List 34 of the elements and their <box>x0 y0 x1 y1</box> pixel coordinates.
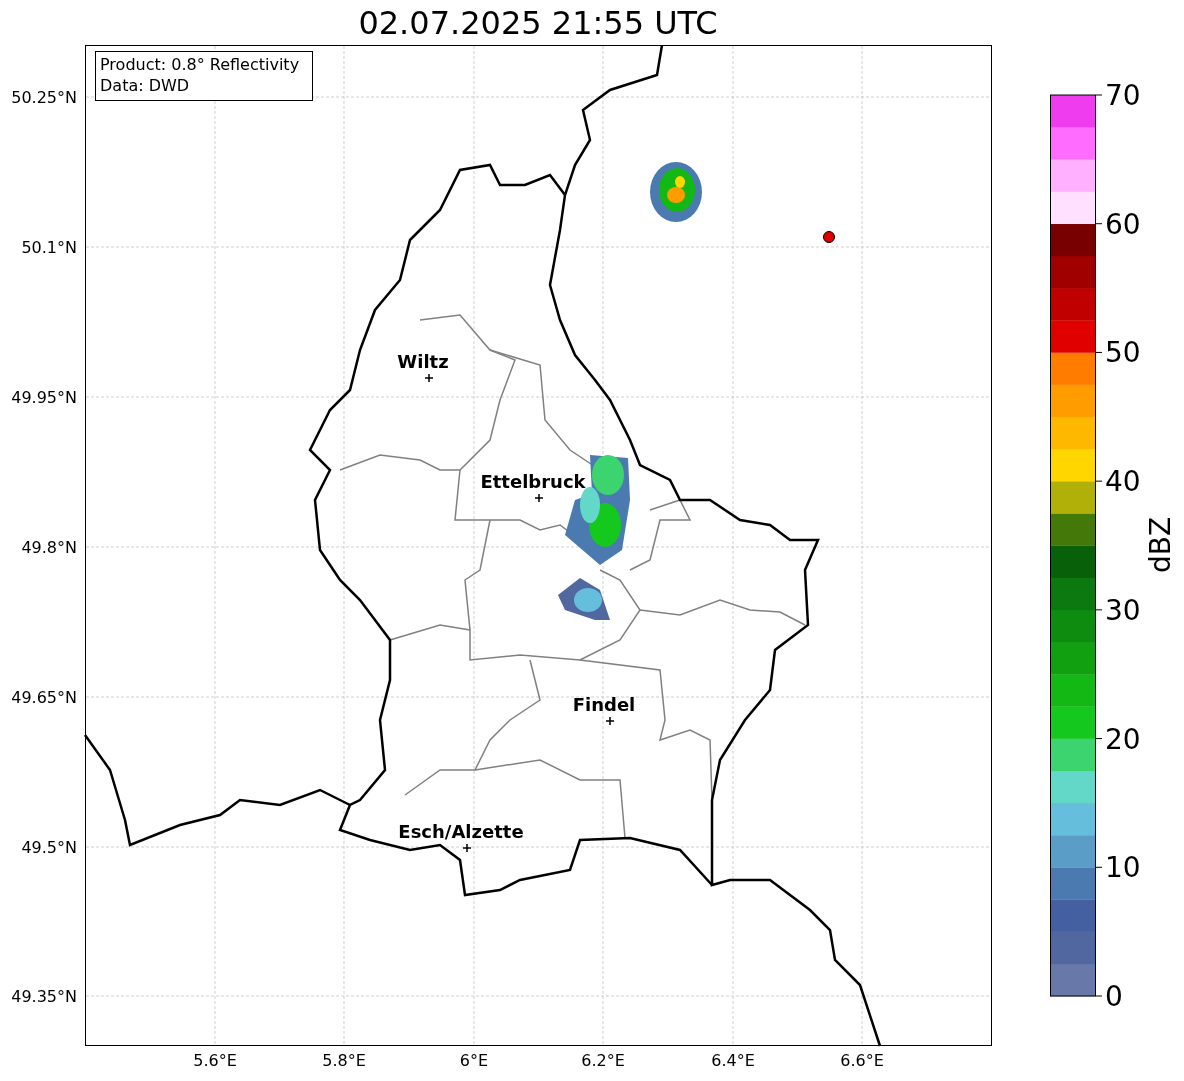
map-title: 02.07.2025 21:55 UTC <box>358 6 718 39</box>
city-marker-icon <box>534 493 544 503</box>
axis-tick-label: 49.95°N <box>11 388 77 407</box>
city-label: Findel <box>572 694 636 715</box>
city-marker-icon <box>424 373 434 383</box>
location-dot <box>823 231 835 243</box>
axis-tick-label: 49.65°N <box>11 688 77 707</box>
colorbar-tick-label: 10 <box>1105 851 1141 885</box>
colorbar-label: dBZ <box>1144 516 1177 574</box>
axis-tick-label: 50.25°N <box>11 88 77 107</box>
city-label: Esch/Alzette <box>398 821 524 842</box>
colorbar-tick-label: 40 <box>1105 465 1141 499</box>
axis-tick-label: 6.2°E <box>581 1051 625 1070</box>
axis-tick-label: 6.6°E <box>840 1051 884 1070</box>
axis-tick-label: 5.8°E <box>322 1051 366 1070</box>
city-label: Ettelbruck <box>480 471 586 492</box>
colorbar-tick-label: 60 <box>1105 207 1141 241</box>
colorbar-tick-label: 30 <box>1105 593 1141 627</box>
legend-text: Product: 0.8° Reflectivity <box>100 55 300 74</box>
axis-tick-label: 6.4°E <box>711 1051 755 1070</box>
city-marker-icon <box>462 843 472 853</box>
legend-text: Data: DWD <box>100 76 190 95</box>
axis-tick-label: 6°E <box>459 1051 489 1070</box>
axis-tick-label: 50.1°N <box>21 238 77 257</box>
axis-tick-label: 49.8°N <box>21 538 77 557</box>
axis-tick-label: 49.35°N <box>11 987 77 1006</box>
colorbar-tick-label: 50 <box>1105 336 1141 370</box>
axis-tick-label: 5.6°E <box>193 1051 237 1070</box>
colorbar-tick-label: 20 <box>1105 722 1141 756</box>
axis-tick-label: 49.5°N <box>21 838 77 857</box>
colorbar-tick-label: 70 <box>1105 79 1141 112</box>
city-label: Wiltz <box>397 351 449 372</box>
city-marker-icon <box>605 716 615 726</box>
colorbar-tick-label: 0 <box>1105 980 1123 1013</box>
